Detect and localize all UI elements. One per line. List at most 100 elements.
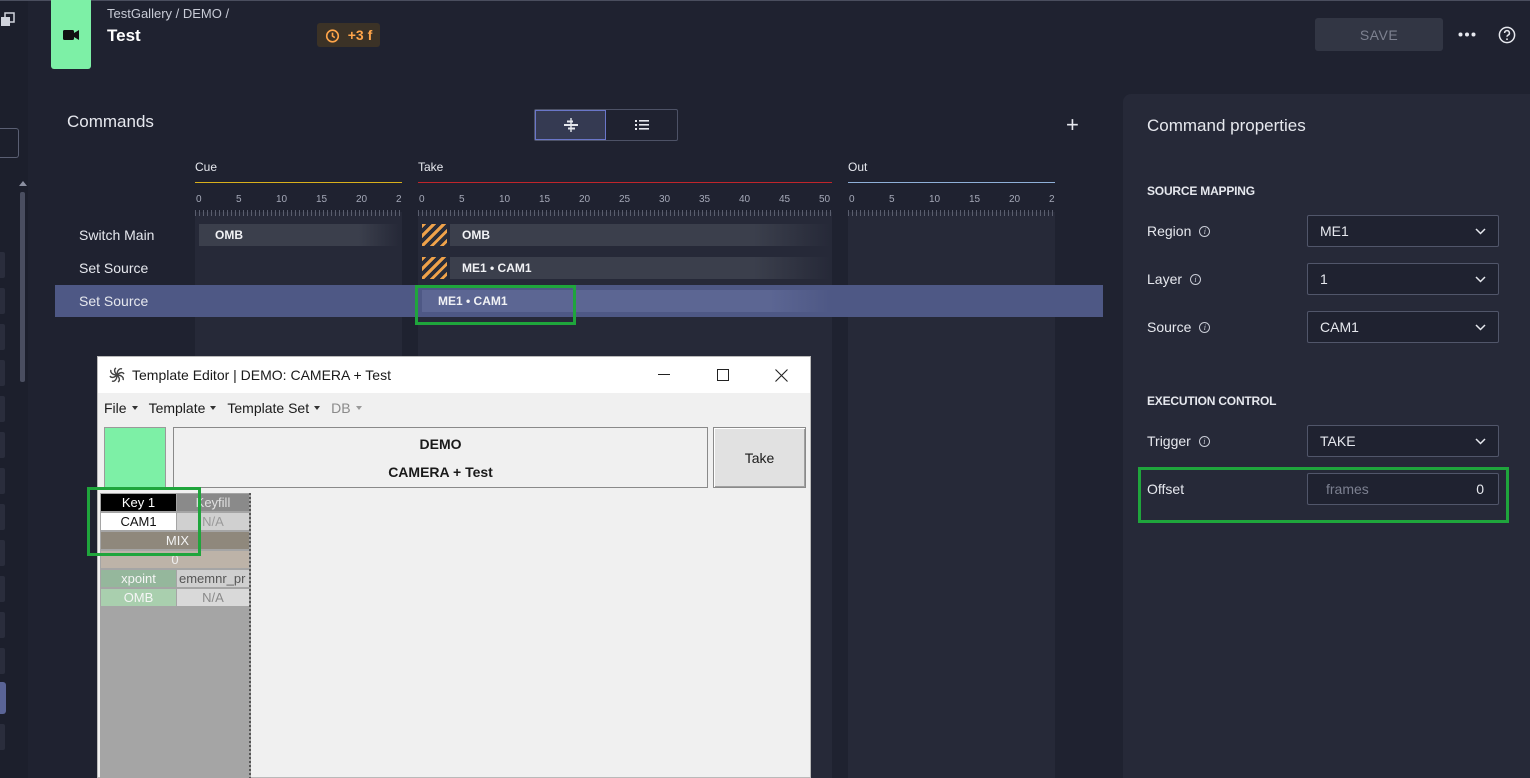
menu-file[interactable]: File	[104, 400, 138, 416]
ruler-tick-label: 20	[356, 194, 368, 205]
ruler-tick-label: 20	[579, 194, 591, 205]
menu-template[interactable]: Template	[149, 400, 217, 416]
sidebar-item[interactable]	[0, 576, 5, 602]
cue-bar-omb[interactable]: OMB	[199, 224, 399, 246]
template-editor-title: Template Editor | DEMO: CAMERA + Test	[132, 367, 391, 383]
template-color-swatch[interactable]	[104, 427, 166, 489]
ruler-cue: 0 5 10 15 20 2	[195, 194, 402, 218]
ruler-tick-label: 5	[459, 194, 465, 205]
menu-db[interactable]: DB	[331, 400, 362, 416]
sidebar-item[interactable]	[0, 504, 5, 530]
sidebar-item[interactable]	[0, 396, 5, 422]
sidebar-search-box[interactable]	[0, 128, 19, 158]
layer-label-text: Layer	[1147, 271, 1183, 287]
list-view-button[interactable]	[606, 110, 677, 140]
ruler-tick-label: 10	[499, 194, 511, 205]
sidebar-scrollbar[interactable]	[20, 192, 25, 382]
ruler-tick-label: 0	[849, 194, 855, 205]
maximize-button[interactable]	[700, 357, 746, 393]
source-select[interactable]: CAM1	[1307, 311, 1499, 343]
sidebar-item[interactable]	[0, 724, 5, 750]
ruler-tick-label: 2	[396, 194, 402, 205]
caret-down-icon	[355, 406, 362, 410]
grid-xpoint[interactable]: xpoint	[101, 570, 176, 587]
more-options-button[interactable]	[1452, 22, 1482, 46]
ruler-tick-label: 10	[929, 194, 941, 205]
view-toggle[interactable]	[534, 109, 678, 141]
save-button[interactable]: SAVE	[1315, 18, 1443, 51]
ruler-tick-label: 5	[889, 194, 895, 205]
list-icon	[634, 120, 649, 130]
info-icon[interactable]: i	[1190, 273, 1202, 285]
ruler-tick-label: 25	[619, 194, 631, 205]
menu-template-set[interactable]: Template Set	[227, 400, 321, 416]
ruler-tick-label: 2	[1049, 194, 1055, 205]
app-logo-icon	[107, 365, 127, 390]
restore-window-icon[interactable]	[0, 11, 16, 29]
take-button[interactable]: Take	[713, 427, 806, 488]
take-bar-me1-cam1[interactable]: ME1 • CAM1	[450, 257, 830, 279]
breadcrumb[interactable]: TestGallery / DEMO /	[107, 6, 229, 21]
grid-omb[interactable]: OMB	[101, 589, 176, 606]
page-title: Test	[107, 26, 141, 45]
trigger-select[interactable]: TAKE	[1307, 425, 1499, 457]
info-icon[interactable]: i	[1198, 435, 1210, 447]
add-command-button[interactable]: +	[1066, 112, 1079, 138]
scroll-up-arrow-icon[interactable]	[19, 181, 27, 186]
layer-select[interactable]: 1	[1307, 263, 1499, 295]
ruler-out: 0 5 10 15 20 2	[848, 194, 1055, 218]
info-icon[interactable]: i	[1199, 225, 1211, 237]
sidebar-item[interactable]	[0, 288, 5, 314]
row-label-set-source[interactable]: Set Source	[79, 260, 148, 276]
take-bar-omb[interactable]: OMB	[450, 224, 830, 246]
ruler-tick-label: 0	[419, 194, 425, 205]
menu-template-set-label: Template Set	[227, 400, 310, 416]
menu-file-label: File	[104, 400, 127, 416]
highlight-box	[87, 487, 201, 556]
caret-down-icon	[210, 406, 217, 410]
sidebar-item[interactable]	[0, 324, 5, 350]
layer-label: Layer i	[1147, 271, 1202, 287]
region-select[interactable]: ME1	[1307, 215, 1499, 247]
info-icon[interactable]: i	[1199, 321, 1211, 333]
help-button[interactable]	[1494, 22, 1520, 48]
sidebar-item[interactable]	[0, 360, 5, 386]
highlight-box	[1138, 467, 1509, 523]
region-label-text: Region	[1147, 223, 1192, 239]
offset-badge-text: +3 f	[347, 27, 373, 43]
sidebar-item[interactable]	[0, 648, 5, 674]
ruler-tick-label: 35	[699, 194, 711, 205]
help-icon	[1498, 26, 1516, 44]
ruler-tick-label: 20	[1009, 194, 1021, 205]
sidebar-item[interactable]	[0, 432, 5, 458]
left-sidebar-strip	[0, 0, 28, 778]
video-camera-icon	[63, 29, 79, 40]
properties-title: Command properties	[1147, 116, 1306, 135]
phase-take-label: Take	[418, 160, 444, 174]
camera-command-tile	[51, 0, 91, 69]
sidebar-item-selected[interactable]	[0, 682, 6, 714]
grid-ememnr[interactable]: ememnr_pr	[177, 570, 249, 587]
row-label-switch-main[interactable]: Switch Main	[79, 227, 154, 243]
more-horizontal-icon	[1458, 32, 1476, 36]
menu-template-label: Template	[148, 400, 206, 416]
ruler-tick-label: 15	[539, 194, 551, 205]
sidebar-item[interactable]	[0, 612, 5, 638]
timeline-view-button[interactable]	[535, 110, 607, 140]
offset-hatch	[422, 257, 447, 279]
ruler-tick-label: 10	[276, 194, 288, 205]
sidebar-item[interactable]	[0, 468, 5, 494]
trigger-value: TAKE	[1320, 433, 1356, 449]
sidebar-item[interactable]	[0, 252, 5, 278]
close-button[interactable]	[758, 357, 804, 393]
ruler-tick-label: 15	[316, 194, 328, 205]
caret-down-icon	[314, 406, 321, 410]
menu-db-label: DB	[331, 400, 351, 416]
grid-na2[interactable]: N/A	[177, 589, 249, 606]
template-editor-window[interactable]: Template Editor | DEMO: CAMERA + Test Fi…	[97, 356, 811, 778]
phase-cue-line	[195, 182, 402, 183]
ruler-tick-label: 0	[196, 194, 202, 205]
minimize-button[interactable]	[641, 357, 687, 393]
row-label-set-source-selected[interactable]: Set Source	[79, 293, 148, 309]
sidebar-item[interactable]	[0, 540, 5, 566]
